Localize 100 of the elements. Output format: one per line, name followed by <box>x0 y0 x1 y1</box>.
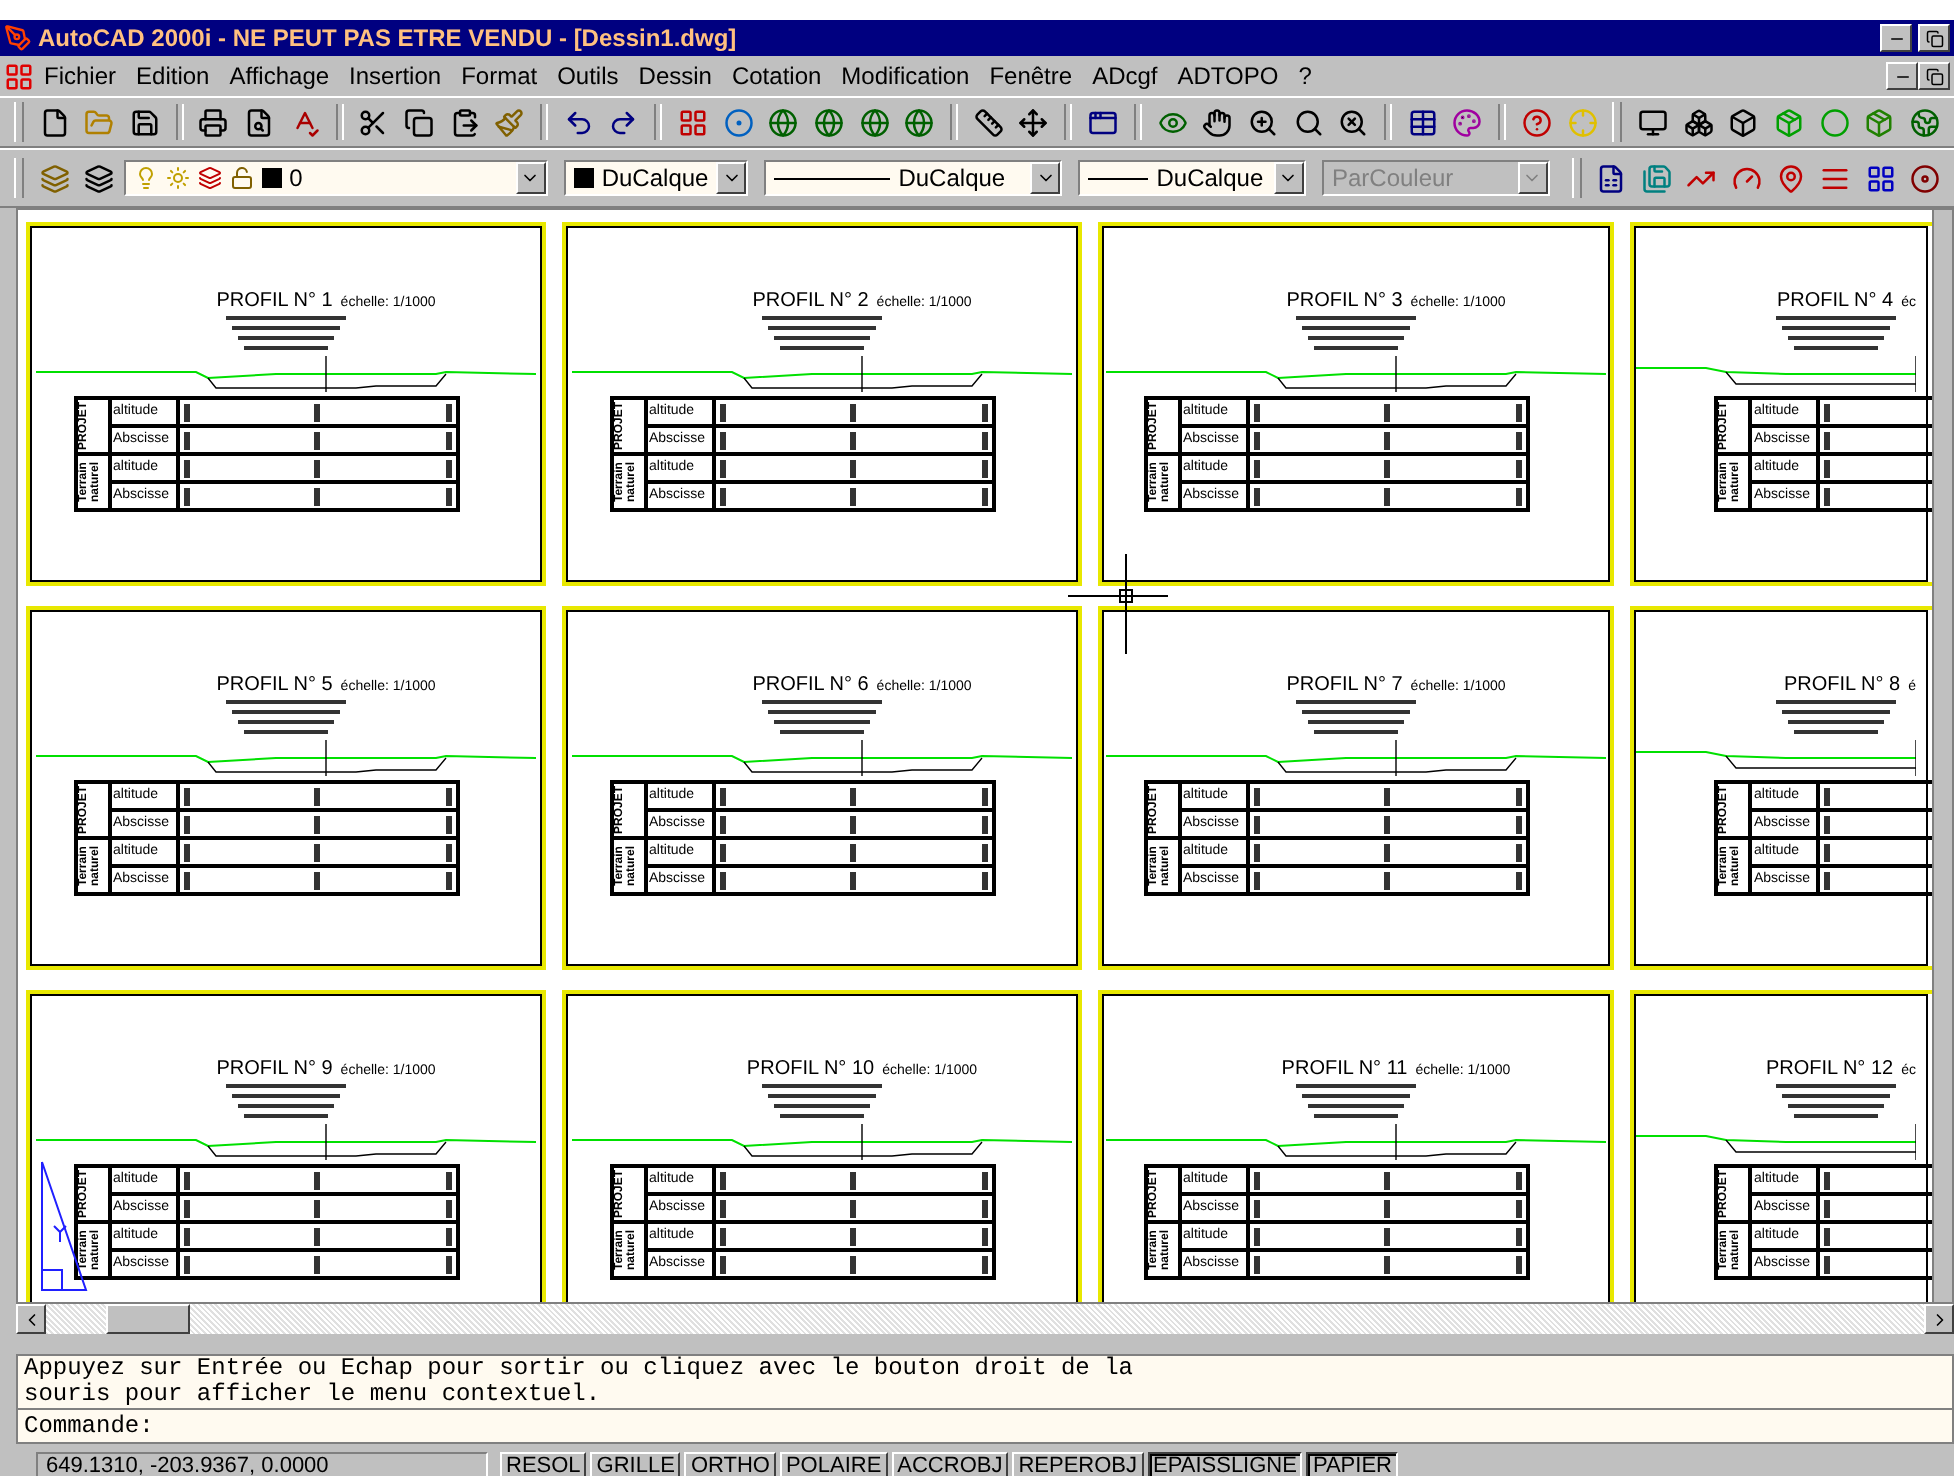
print-preview-icon <box>244 107 275 137</box>
grid-icon <box>1865 163 1896 193</box>
menu-item[interactable]: ? <box>1288 62 1322 90</box>
profile-title: PROFIL N° 8 <box>1784 674 1901 696</box>
restore-button[interactable] <box>1918 24 1950 52</box>
dropdown-arrow-button[interactable] <box>1273 162 1304 194</box>
app-logo-icon <box>4 24 32 52</box>
menu-item[interactable]: Modification <box>831 62 980 90</box>
screen-icon <box>1638 107 1669 137</box>
save-icon <box>129 107 160 137</box>
command-history-line: Appuyez sur Entrée ou Echap pour sortir ou cliquez avec le bouton droit de la <box>22 1356 1135 1383</box>
sun-icon <box>165 166 190 190</box>
zoom-icon <box>1247 107 1278 137</box>
sphere-icon <box>1909 107 1940 137</box>
profile-title: PROFIL N° 1 <box>216 290 333 312</box>
window-title: AutoCAD 2000i - NE PEUT PAS ETRE VENDU - [Dessin1.dwg] <box>38 24 739 52</box>
paste-icon <box>449 107 480 137</box>
cut-icon <box>358 107 389 137</box>
wheel-icon <box>1910 163 1941 193</box>
layer-dropdown[interactable]: 0 <box>123 160 548 196</box>
profile-title: PROFIL N° 7 <box>1286 674 1403 696</box>
shaded-box-icon <box>1864 107 1895 137</box>
status-toggle[interactable]: ORTHO <box>684 1452 776 1476</box>
color-dropdown[interactable]: DuCalque <box>563 160 749 196</box>
profile-title: PROFIL N° 6 <box>752 674 869 696</box>
distance-icon <box>973 107 1004 137</box>
ref-point-icon <box>1775 163 1806 193</box>
arc-icon <box>1731 163 1762 193</box>
profile-title: PROFIL N° 10 <box>746 1058 875 1080</box>
globe-icon <box>859 107 890 137</box>
menu-item[interactable]: Affichage <box>219 62 340 90</box>
crosshair-cursor-icon <box>1068 554 1168 654</box>
dropdown-arrow-button[interactable] <box>515 162 546 194</box>
brush-icon <box>494 107 525 137</box>
minimize-button[interactable] <box>1880 24 1912 52</box>
profile-title: PROFIL N° 11 <box>1281 1058 1408 1080</box>
menu-item[interactable]: ADTOPO <box>1167 62 1289 90</box>
dropdown-arrow-button[interactable] <box>1030 162 1061 194</box>
menu-item[interactable]: Fichier <box>34 62 127 90</box>
eye-icon <box>1157 107 1188 137</box>
grid-icon <box>678 107 709 137</box>
menu-item[interactable]: Outils <box>547 62 629 90</box>
menu-item[interactable]: Insertion <box>339 62 452 90</box>
unlock-icon <box>229 166 254 190</box>
layers-icon <box>39 163 69 193</box>
dropdown-arrow-button[interactable] <box>716 162 747 194</box>
status-toggle[interactable]: REPEROBJ <box>1012 1452 1144 1476</box>
linetype-dropdown[interactable]: DuCalque <box>764 160 1063 196</box>
solid-box-icon <box>1773 107 1804 137</box>
horizontal-scrollbar[interactable] <box>16 1304 1954 1335</box>
status-toggle[interactable]: ACCROBJ <box>891 1452 1009 1476</box>
profile-title: PROFIL N° 2 <box>752 290 869 312</box>
new-file-icon <box>39 107 70 137</box>
scroll-left-button[interactable] <box>16 1304 46 1335</box>
window-icon <box>1088 107 1119 137</box>
menu-item[interactable]: Dessin <box>628 62 722 90</box>
menu-item[interactable]: Cotation <box>721 62 832 90</box>
status-toggle[interactable]: EPAISSLIGNE <box>1147 1452 1303 1476</box>
menu-item[interactable]: Format <box>451 62 548 90</box>
globe-icon <box>768 107 799 137</box>
export-icon <box>1641 163 1672 193</box>
restore-button[interactable] <box>1918 62 1950 90</box>
help-icon <box>1521 107 1552 137</box>
layers-icon <box>197 166 222 190</box>
menu-item[interactable]: Edition <box>126 62 220 90</box>
color-swatch <box>261 168 282 188</box>
redo-icon <box>608 107 639 137</box>
print-icon <box>198 107 229 137</box>
copy-icon <box>403 107 434 137</box>
restore-icon <box>1925 29 1943 47</box>
profile-title: PROFIL N° 12 <box>1765 1058 1894 1080</box>
match-icon <box>1452 107 1483 137</box>
profile-title: PROFIL N° 9 <box>216 1058 333 1080</box>
scroll-right-button[interactable] <box>1924 1304 1954 1335</box>
layers-icon <box>83 163 114 193</box>
open-folder-icon <box>84 107 115 137</box>
cubes-icon <box>1683 107 1714 137</box>
line-sample <box>774 177 891 179</box>
pan-hand-icon <box>1202 107 1233 137</box>
cube-icon <box>1728 107 1759 137</box>
menu-item[interactable]: Fenêtre <box>979 62 1083 90</box>
profile-title: PROFIL N° 3 <box>1286 290 1403 312</box>
menu-item[interactable]: ADcgf <box>1082 62 1168 90</box>
status-toggle[interactable]: POLAIRE <box>779 1452 888 1476</box>
line-sample <box>1088 177 1149 179</box>
profile-title: PROFIL N° 5 <box>216 674 333 696</box>
bulb-icon <box>133 166 158 190</box>
status-toggle[interactable]: GRILLE <box>590 1452 681 1476</box>
properties-icon <box>1407 107 1438 137</box>
lineweight-dropdown[interactable]: DuCalque <box>1078 160 1306 196</box>
status-toggle[interactable]: RESOL <box>500 1452 587 1476</box>
undo-icon <box>563 107 594 137</box>
vertical-scrollbar[interactable] <box>1932 210 1952 1303</box>
zoom-previous-icon <box>1338 107 1369 137</box>
globe-icon <box>813 107 844 137</box>
scroll-thumb[interactable] <box>106 1304 190 1335</box>
status-toggle[interactable]: PAPIER <box>1306 1452 1398 1476</box>
minimize-button[interactable] <box>1886 62 1918 90</box>
color-swatch <box>573 168 594 188</box>
globe-icon <box>904 107 935 137</box>
